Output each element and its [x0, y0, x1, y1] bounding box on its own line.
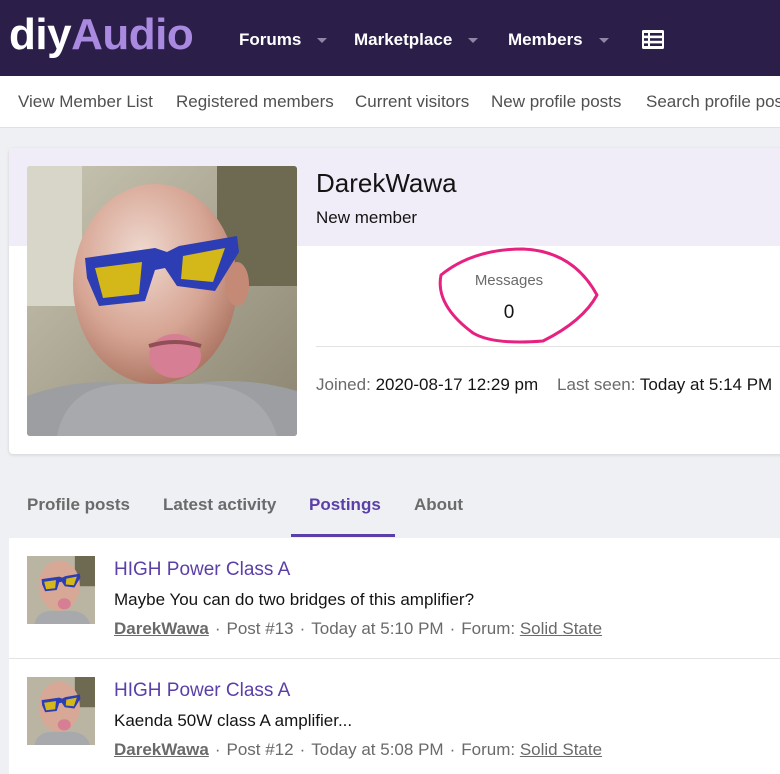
- post-meta: DarekWawa · Post #13 · Today at 5:10 PM · Foru…: [114, 619, 603, 638]
- site-logo[interactable]: diyAudio: [9, 9, 194, 61]
- members-subnav: View Member List Registered members Curr…: [0, 76, 780, 128]
- avatar[interactable]: [27, 556, 95, 624]
- post-title-link[interactable]: HIGH Power Class A: [114, 679, 290, 703]
- joined-label: Joined:: [316, 375, 371, 394]
- post-time: Today at 5:10 PM: [311, 619, 444, 638]
- post-snippet: Maybe You can do two bridges of this amp…: [114, 590, 475, 609]
- tab-postings[interactable]: Postings: [309, 494, 381, 516]
- list-icon[interactable]: [642, 30, 664, 49]
- profile-divider: [316, 346, 780, 347]
- last-seen-date: Today at 5:14 PM: [639, 375, 773, 394]
- nav-members[interactable]: Members: [508, 28, 609, 52]
- tab-profile-posts[interactable]: Profile posts: [27, 494, 130, 516]
- post-author-link[interactable]: DarekWawa: [114, 619, 209, 638]
- subnav-new-profile-posts[interactable]: New profile posts: [491, 92, 621, 112]
- profile-user-title: New member: [316, 208, 418, 227]
- post-title-link[interactable]: HIGH Power Class A: [114, 558, 290, 582]
- tab-about[interactable]: About: [414, 494, 463, 516]
- subnav-registered-members[interactable]: Registered members: [176, 92, 334, 112]
- joined-date: 2020-08-17 12:29 pm: [375, 375, 539, 394]
- nav-members-label: Members: [508, 30, 583, 49]
- top-navigation-bar: diyAudio Forums Marketplace Members: [0, 0, 780, 76]
- post-snippet: Kaenda 50W class A amplifier...: [114, 711, 353, 730]
- chevron-down-icon[interactable]: [468, 37, 479, 43]
- forum-label: Forum:: [461, 740, 516, 759]
- post-number: Post #13: [226, 619, 294, 638]
- subnav-current-visitors[interactable]: Current visitors: [355, 92, 469, 112]
- nav-forums[interactable]: Forums: [239, 28, 328, 52]
- avatar[interactable]: [27, 677, 95, 745]
- chevron-down-icon[interactable]: [598, 37, 609, 43]
- avatar[interactable]: [27, 166, 297, 436]
- forum-label: Forum:: [461, 619, 516, 638]
- post-meta: DarekWawa · Post #12 · Today at 5:08 PM · Foru…: [114, 740, 603, 759]
- tab-latest-activity[interactable]: Latest activity: [163, 494, 276, 516]
- active-tab-indicator: [291, 534, 395, 537]
- post-author-link[interactable]: DarekWawa: [114, 740, 209, 759]
- profile-username: DarekWawa: [316, 168, 457, 198]
- annotation-circle: [438, 247, 599, 344]
- logo-text-diy: diy: [9, 10, 72, 59]
- avatar-photo: [27, 166, 297, 436]
- post-time: Today at 5:08 PM: [311, 740, 444, 759]
- nav-forums-label: Forums: [239, 30, 302, 49]
- forum-link[interactable]: Solid State: [520, 740, 602, 759]
- subnav-search-profile-posts[interactable]: Search profile pos: [646, 92, 780, 112]
- list-item: HIGH Power Class A Maybe You can do two …: [9, 538, 780, 659]
- list-item: HIGH Power Class A Kaenda 50W class A am…: [9, 659, 780, 774]
- subnav-view-member-list[interactable]: View Member List: [18, 92, 153, 112]
- forum-link[interactable]: Solid State: [520, 619, 602, 638]
- last-seen-label: Last seen:: [557, 375, 636, 394]
- post-number: Post #12: [226, 740, 294, 759]
- nav-marketplace-label: Marketplace: [354, 30, 453, 49]
- avatar-photo: [27, 556, 95, 624]
- avatar-photo: [27, 677, 95, 745]
- logo-text-audio: Audio: [71, 10, 194, 59]
- chevron-down-icon[interactable]: [317, 37, 328, 43]
- nav-marketplace[interactable]: Marketplace: [354, 28, 479, 52]
- profile-card: DarekWawa New member Messages 0 Joined: …: [9, 148, 780, 454]
- profile-dates: Joined: 2020-08-17 12:29 pm Last seen: T…: [316, 375, 772, 395]
